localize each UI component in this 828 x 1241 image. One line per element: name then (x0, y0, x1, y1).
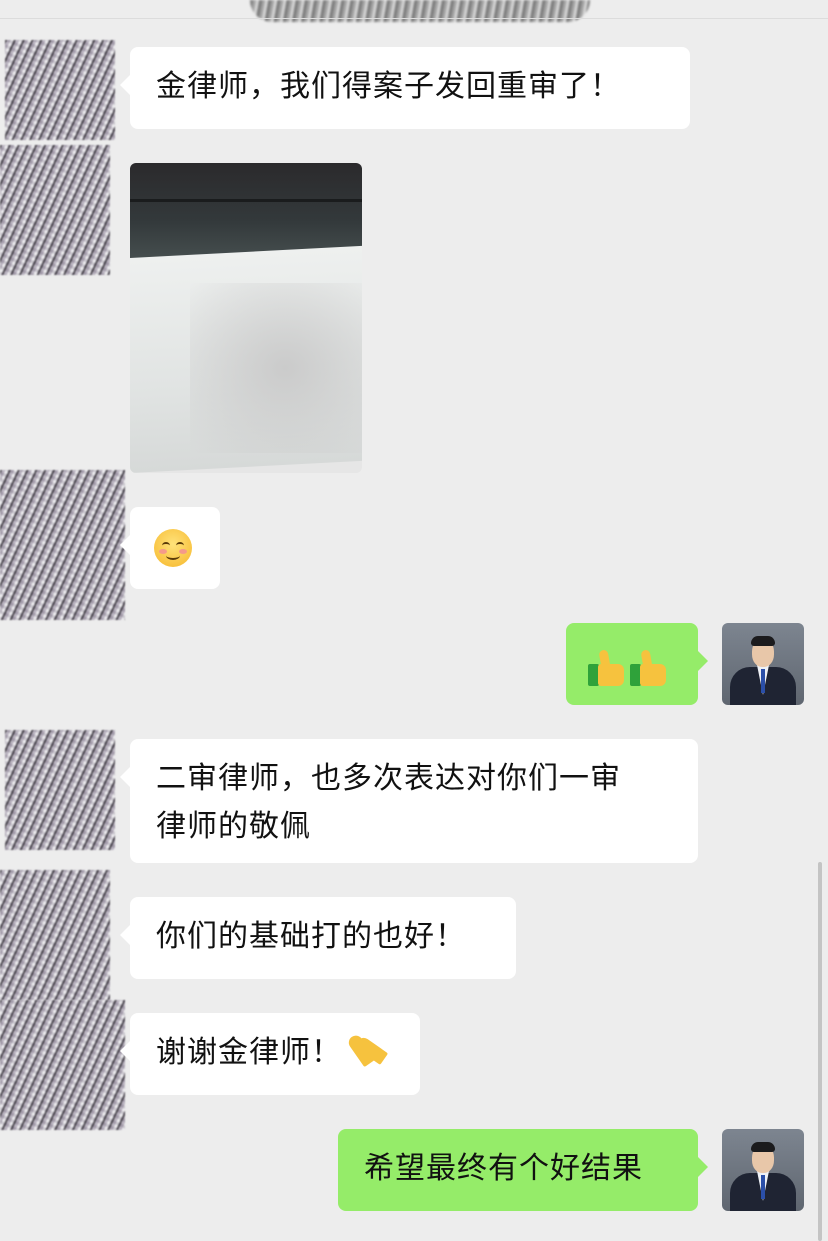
message-text: 谢谢金律师！ (156, 1035, 342, 1070)
message-bubble[interactable]: 金律师，我们得案子发回重审了！ (120, 47, 690, 129)
message-bubble[interactable]: 谢谢金律师！ (120, 1013, 420, 1095)
message-bubble[interactable]: 你们的基础打的也好！ (120, 897, 516, 979)
message-text: 金律师，我们得案子发回重审了！ (156, 69, 621, 104)
top-divider (0, 18, 828, 19)
message-text-line: 律师的敬佩 (156, 809, 311, 844)
message-text: 希望最终有个好结果 (364, 1151, 643, 1186)
image-redacted-area (190, 283, 362, 453)
smiling-face-icon (154, 529, 192, 567)
message-bubble[interactable] (120, 507, 220, 589)
my-avatar[interactable] (722, 1129, 804, 1211)
redacted-avatar (0, 470, 125, 620)
message-bubble[interactable]: 二审律师，也多次表达对你们一审 律师的敬佩 (120, 739, 698, 863)
redacted-avatar (0, 870, 110, 1000)
message-text-line: 二审律师，也多次表达对你们一审 (156, 761, 621, 796)
message-image[interactable] (130, 163, 362, 473)
message-bubble-outgoing[interactable] (566, 623, 708, 705)
redacted-avatar (0, 1000, 125, 1130)
my-avatar[interactable] (722, 623, 804, 705)
redacted-avatar (0, 145, 110, 275)
redacted-avatar (5, 40, 115, 140)
scrollbar[interactable] (818, 862, 822, 1241)
message-bubble-outgoing[interactable]: 希望最终有个好结果 (338, 1129, 708, 1211)
folded-hands-icon (346, 1032, 389, 1068)
redacted-avatar (5, 730, 115, 850)
message-text: 你们的基础打的也好！ (156, 919, 466, 954)
thumbs-up-icon (630, 648, 668, 686)
thumbs-up-icon (588, 648, 626, 686)
